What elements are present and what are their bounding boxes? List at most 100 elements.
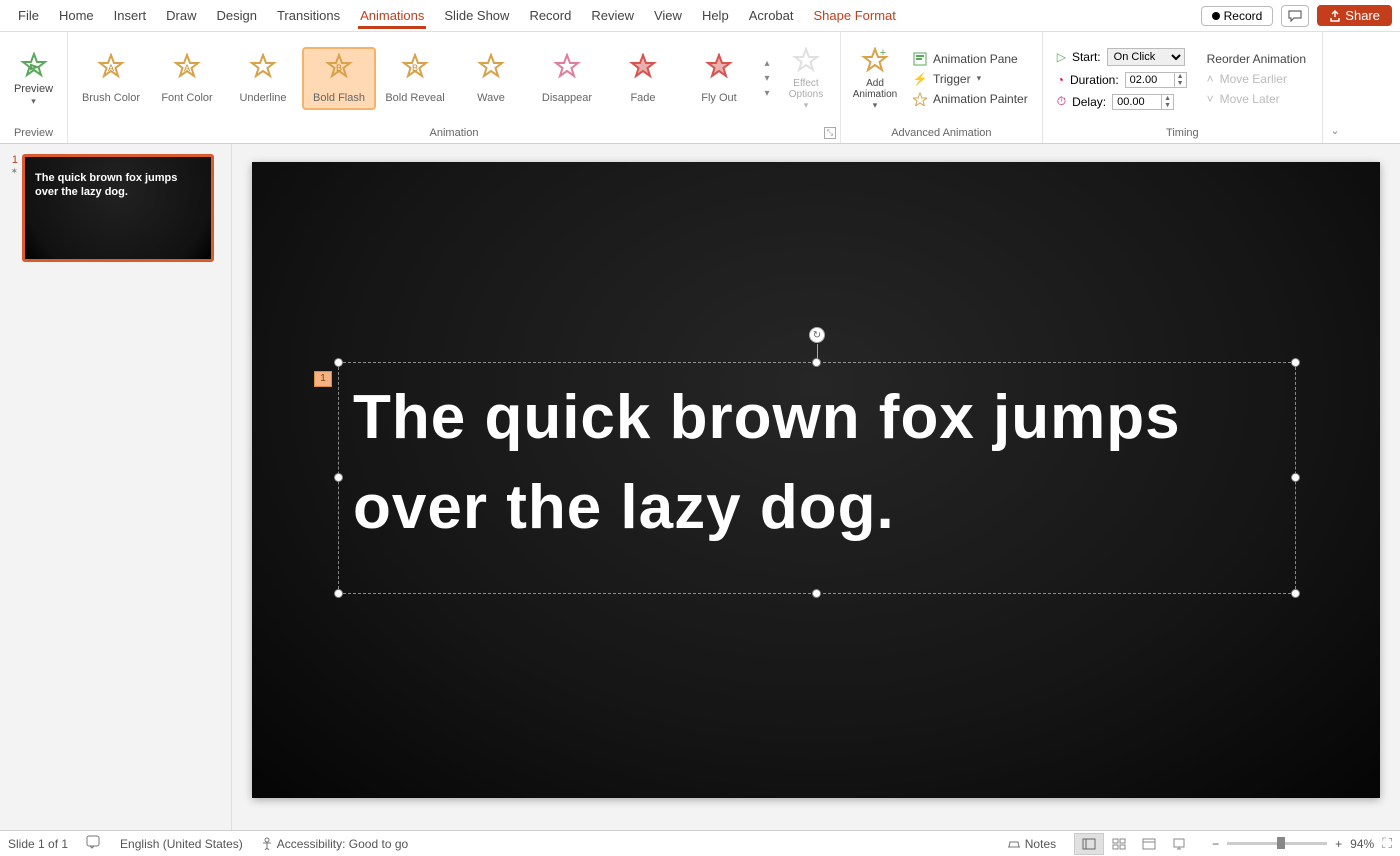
menu-animations[interactable]: Animations (350, 2, 434, 29)
effect-options-button: Effect Options ▾ (778, 42, 834, 115)
menu-design[interactable]: Design (207, 2, 267, 29)
language-label[interactable]: English (United States) (120, 837, 243, 851)
spellcheck-icon[interactable] (86, 835, 102, 852)
thumb-index: 1 (6, 154, 18, 166)
gallery-more-button[interactable]: ▴▾▾ (758, 58, 776, 99)
duration-stepper[interactable]: ▲▼ (1175, 72, 1187, 88)
menu-file[interactable]: File (8, 2, 49, 29)
accessibility-label: Accessibility: Good to go (277, 837, 408, 851)
zoom-thumb[interactable] (1277, 837, 1285, 849)
resize-handle[interactable] (1291, 589, 1300, 598)
anim-fly-out[interactable]: Fly Out (682, 47, 756, 110)
painter-label: Animation Painter (933, 92, 1028, 106)
trigger-button[interactable]: ⚡ Trigger ▾ (913, 72, 1028, 86)
resize-handle[interactable] (1291, 473, 1300, 482)
comment-icon (1288, 10, 1302, 22)
chevron-down-icon: ▾ (780, 100, 832, 111)
menu-bar: File Home Insert Draw Design Transitions… (0, 0, 1400, 32)
delay-input[interactable] (1112, 94, 1162, 110)
menu-review[interactable]: Review (581, 2, 644, 29)
effect-options-label: Effect Options (780, 78, 832, 100)
zoom-out-button[interactable]: − (1212, 837, 1219, 851)
rotate-handle[interactable]: ↻ (809, 327, 825, 343)
resize-handle[interactable] (1291, 358, 1300, 367)
record-button[interactable]: Record (1201, 6, 1274, 26)
text-box[interactable]: ↻ 1 The quick brown fox jumps over the l… (338, 362, 1296, 594)
sorter-view-button[interactable] (1104, 833, 1134, 855)
anim-fade[interactable]: Fade (606, 47, 680, 110)
slide-thumbnail-1[interactable]: The quick brown fox jumps over the lazy … (22, 154, 214, 262)
view-buttons (1074, 833, 1194, 855)
menu-transitions[interactable]: Transitions (267, 2, 350, 29)
slide-text[interactable]: The quick brown fox jumps over the lazy … (339, 363, 1295, 563)
anim-underline[interactable]: Underline (226, 47, 300, 110)
preview-label: Preview (8, 83, 59, 96)
star-plus-icon: + (849, 46, 901, 78)
anim-bold-flash[interactable]: B Bold Flash (302, 47, 376, 110)
preview-star-icon (8, 51, 59, 83)
slide[interactable]: ↻ 1 The quick brown fox jumps over the l… (252, 162, 1380, 798)
zoom-in-button[interactable]: + (1335, 837, 1342, 851)
collapse-ribbon-button[interactable]: ⌄ (1323, 32, 1347, 143)
menu-insert[interactable]: Insert (104, 2, 157, 29)
start-select[interactable]: On Click (1107, 48, 1185, 66)
preview-button[interactable]: Preview ▾ (6, 47, 61, 111)
delay-row: ⏱ Delay: ▲▼ (1057, 94, 1187, 110)
chevron-down-icon: ▾ (849, 100, 901, 111)
menu-help[interactable]: Help (692, 2, 739, 29)
anim-brush-color[interactable]: A Brush Color (74, 47, 148, 110)
group-label-advanced: Advanced Animation (841, 125, 1042, 143)
star-icon (608, 53, 678, 88)
menu-slideshow[interactable]: Slide Show (434, 2, 519, 29)
group-advanced-animation: + Add Animation ▾ Animation Pane ⚡ Trigg… (841, 32, 1043, 143)
slide-canvas-area[interactable]: ↻ 1 The quick brown fox jumps over the l… (232, 144, 1400, 830)
menu-shape-format[interactable]: Shape Format (804, 2, 906, 29)
anim-label: Brush Color (76, 92, 146, 104)
duration-input[interactable] (1125, 72, 1175, 88)
share-button[interactable]: Share (1317, 5, 1392, 26)
group-animation: A Brush Color A Font Color Underline B B… (68, 32, 841, 143)
chevron-down-icon: ▾ (758, 88, 776, 99)
menu-acrobat[interactable]: Acrobat (739, 2, 804, 29)
fit-to-window-button[interactable]: ⛶ (1382, 835, 1392, 852)
star-icon (684, 53, 754, 88)
trigger-icon: ⚡ (913, 72, 927, 86)
animation-order-tag[interactable]: 1 (314, 371, 332, 387)
accessibility-button[interactable]: Accessibility: Good to go (261, 837, 408, 851)
anim-label: Bold Reveal (380, 92, 450, 104)
notes-button[interactable]: Notes (1007, 837, 1056, 851)
duration-row: ◔ Duration: ▲▼ (1057, 72, 1187, 88)
anim-wave[interactable]: Wave (454, 47, 528, 110)
resize-handle[interactable] (334, 473, 343, 482)
add-animation-button[interactable]: + Add Animation ▾ (847, 42, 903, 115)
zoom-value[interactable]: 94% (1350, 837, 1374, 851)
group-label-animation: Animation (68, 125, 840, 143)
slideshow-view-button[interactable] (1164, 833, 1194, 855)
menu-record[interactable]: Record (519, 2, 581, 29)
chevron-down-icon: ˅ (1207, 92, 1214, 106)
normal-view-button[interactable] (1074, 833, 1104, 855)
comments-button[interactable] (1281, 5, 1309, 27)
reading-view-button[interactable] (1134, 833, 1164, 855)
menu-home[interactable]: Home (49, 2, 104, 29)
zoom-slider[interactable] (1227, 842, 1327, 845)
anim-disappear[interactable]: Disappear (530, 47, 604, 110)
move-earlier-button: ˄Move Earlier (1207, 72, 1306, 86)
resize-handle[interactable] (334, 589, 343, 598)
dialog-launcher-icon[interactable]: ⤡ (824, 127, 836, 139)
menu-draw[interactable]: Draw (156, 2, 206, 29)
animation-painter-button[interactable]: Animation Painter (913, 92, 1028, 106)
menu-view[interactable]: View (644, 2, 692, 29)
anim-font-color[interactable]: A Font Color (150, 47, 224, 110)
delay-stepper[interactable]: ▲▼ (1162, 94, 1174, 110)
chevron-down-icon: ▾ (977, 73, 982, 84)
play-icon: ▷ (1057, 50, 1066, 64)
resize-handle[interactable] (334, 358, 343, 367)
animation-pane-button[interactable]: Animation Pane (913, 52, 1028, 66)
resize-handle[interactable] (812, 358, 821, 367)
delay-label: Delay: (1072, 95, 1106, 109)
star-icon (456, 53, 526, 88)
anim-bold-reveal[interactable]: B Bold Reveal (378, 47, 452, 110)
clock-icon: ◔ (1057, 73, 1064, 87)
resize-handle[interactable] (812, 589, 821, 598)
